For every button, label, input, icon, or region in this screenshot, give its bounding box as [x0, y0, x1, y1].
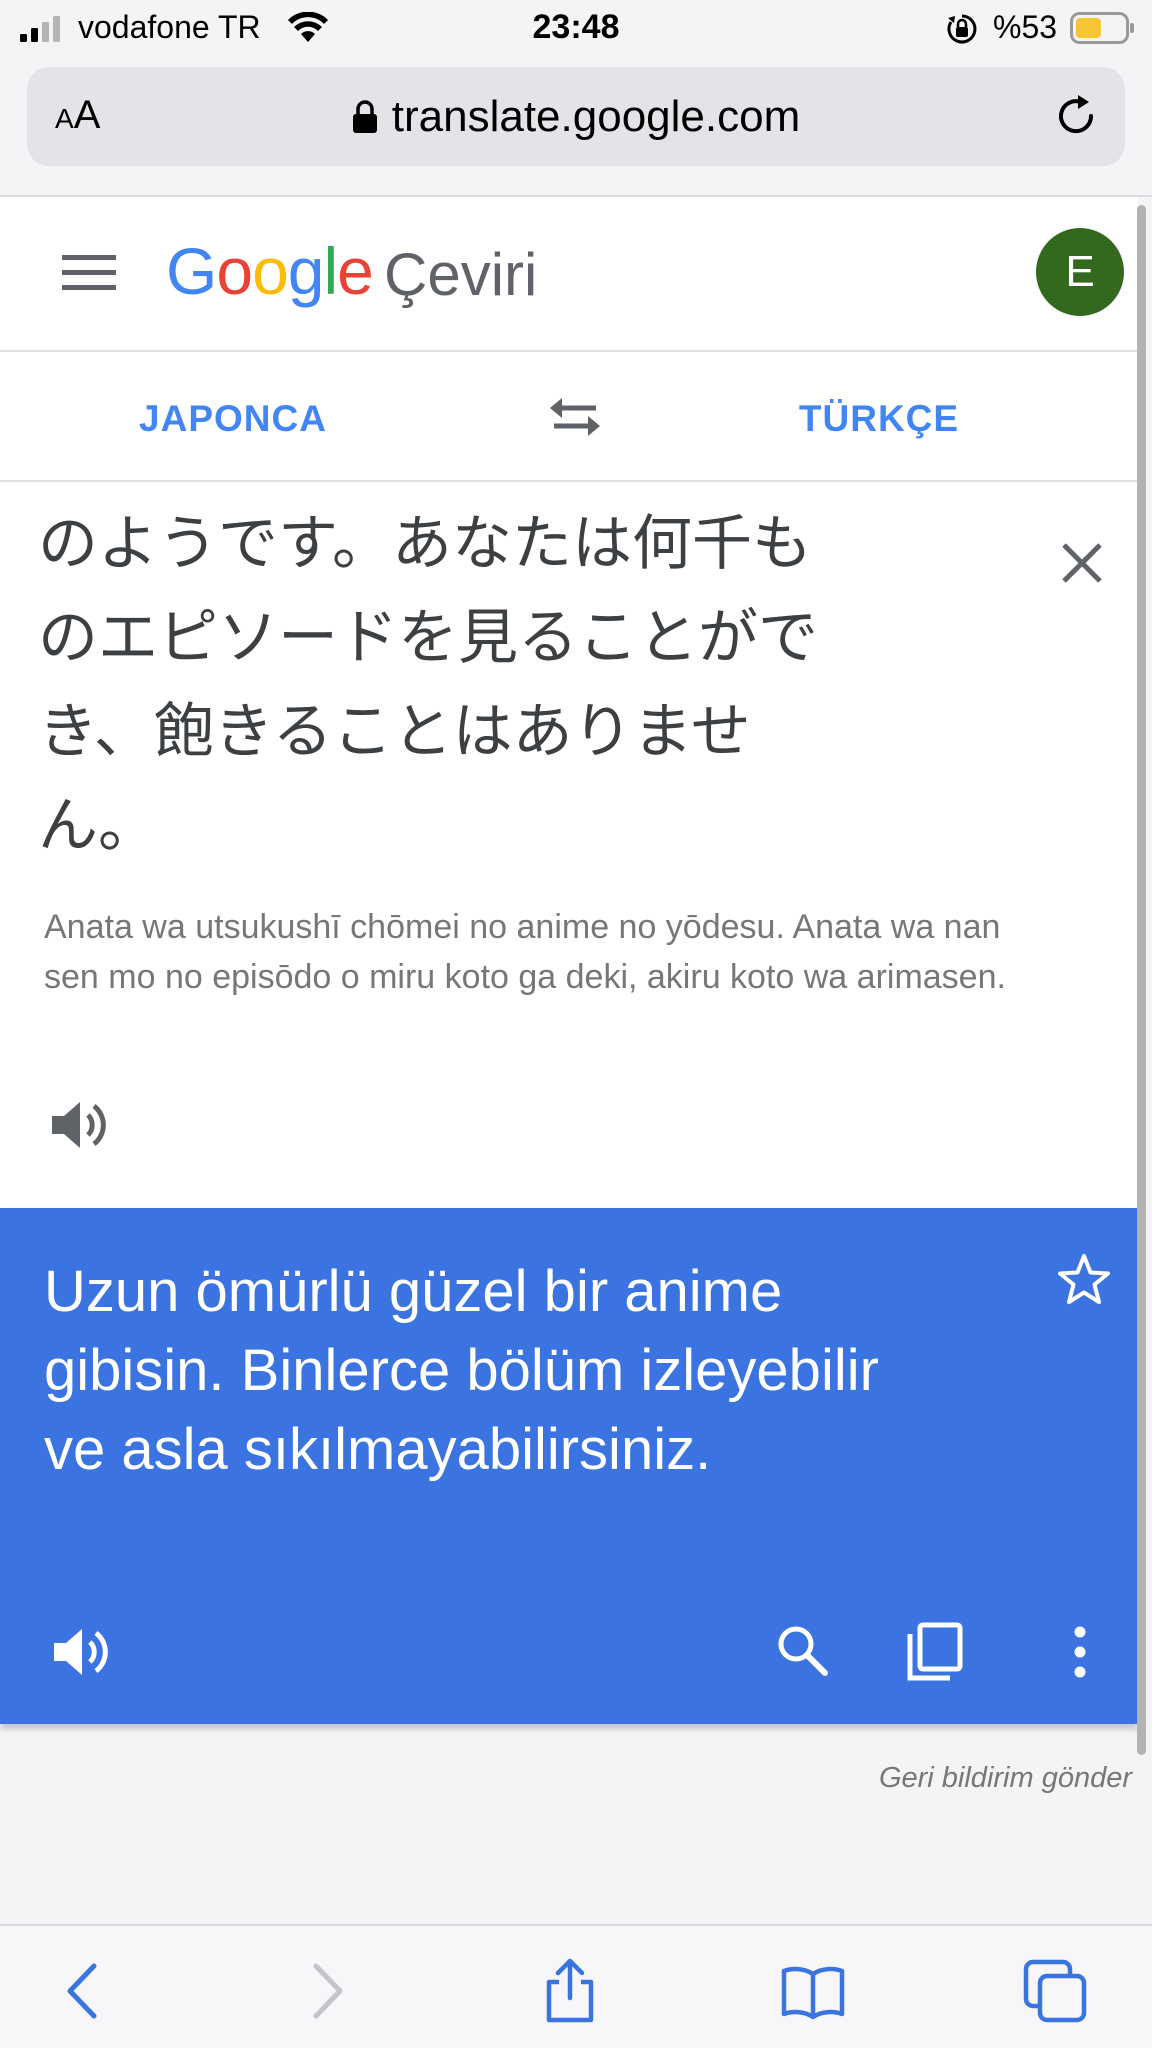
status-bar: vodafone TR 23:48 %53 [0, 0, 1152, 58]
battery-icon [1070, 12, 1134, 44]
url-text[interactable]: translate.google.com [392, 92, 800, 142]
orientation-lock-icon [947, 14, 977, 44]
translation-line: ve asla sıkılmayabilirsiniz. [44, 1417, 712, 1482]
product-name: Çeviri [384, 241, 538, 308]
translation-text[interactable]: Uzun ömürlü güzel bir anime gibisin. Bin… [44, 1252, 1024, 1489]
source-line: のエピソードを見ることがで [38, 603, 818, 673]
lock-icon [352, 99, 377, 133]
google-logo[interactable]: Google [166, 231, 374, 311]
reload-icon[interactable] [1051, 91, 1101, 141]
search-icon[interactable] [774, 1622, 830, 1678]
source-text-input[interactable]: のようです。あなたは何千も のエピソードを見ることがで き、飽きることはありませ… [38, 497, 888, 873]
source-line: のようです。あなたは何千も [38, 509, 812, 579]
translation-line: gibisin. Binlerce bölüm izleyebilir [44, 1338, 879, 1403]
more-vert-icon[interactable] [1063, 1622, 1097, 1682]
speaker-icon[interactable] [50, 1624, 110, 1680]
tabs-icon[interactable] [1022, 1958, 1088, 2024]
speaker-icon[interactable] [48, 1097, 108, 1153]
status-time: 23:48 [532, 8, 620, 46]
star-icon[interactable] [1056, 1252, 1112, 1308]
share-icon[interactable] [537, 1958, 603, 2024]
close-icon[interactable] [1058, 539, 1106, 587]
romanization-text: Anata wa utsukushī chōmei no anime no yō… [44, 908, 1006, 996]
avatar[interactable]: E [1036, 228, 1124, 316]
battery-percent: %53 [993, 9, 1058, 45]
forward-icon[interactable] [292, 1958, 358, 2024]
menu-icon[interactable] [62, 253, 116, 293]
translation-result-card: Uzun ömürlü güzel bir anime gibisin. Bin… [0, 1208, 1138, 1724]
target-language-button[interactable]: TÜRKÇE [660, 398, 1098, 440]
source-line: き、飽きることはありませ [38, 697, 751, 767]
bookmarks-icon[interactable] [780, 1958, 846, 2024]
scrollbar[interactable] [1137, 205, 1146, 1755]
browser-toolbar [0, 1924, 1152, 2048]
send-feedback-link[interactable]: Geri bildirim gönder [700, 1762, 1132, 1795]
app-header: Google Çeviri E [0, 197, 1138, 351]
swap-icon[interactable] [548, 392, 602, 442]
language-bar: JAPONCA TÜRKÇE [0, 352, 1138, 480]
back-icon[interactable] [52, 1958, 118, 2024]
translation-line: Uzun ömürlü güzel bir anime [44, 1259, 783, 1324]
copy-icon[interactable] [906, 1622, 964, 1682]
divider [0, 480, 1138, 482]
source-language-button[interactable]: JAPONCA [0, 398, 466, 440]
translate-page: Google Çeviri E JAPONCA TÜRKÇE のようです。あなた… [0, 197, 1138, 1727]
address-bar[interactable]: AA translate.google.com [27, 67, 1125, 166]
source-line: ん。 [38, 791, 158, 861]
